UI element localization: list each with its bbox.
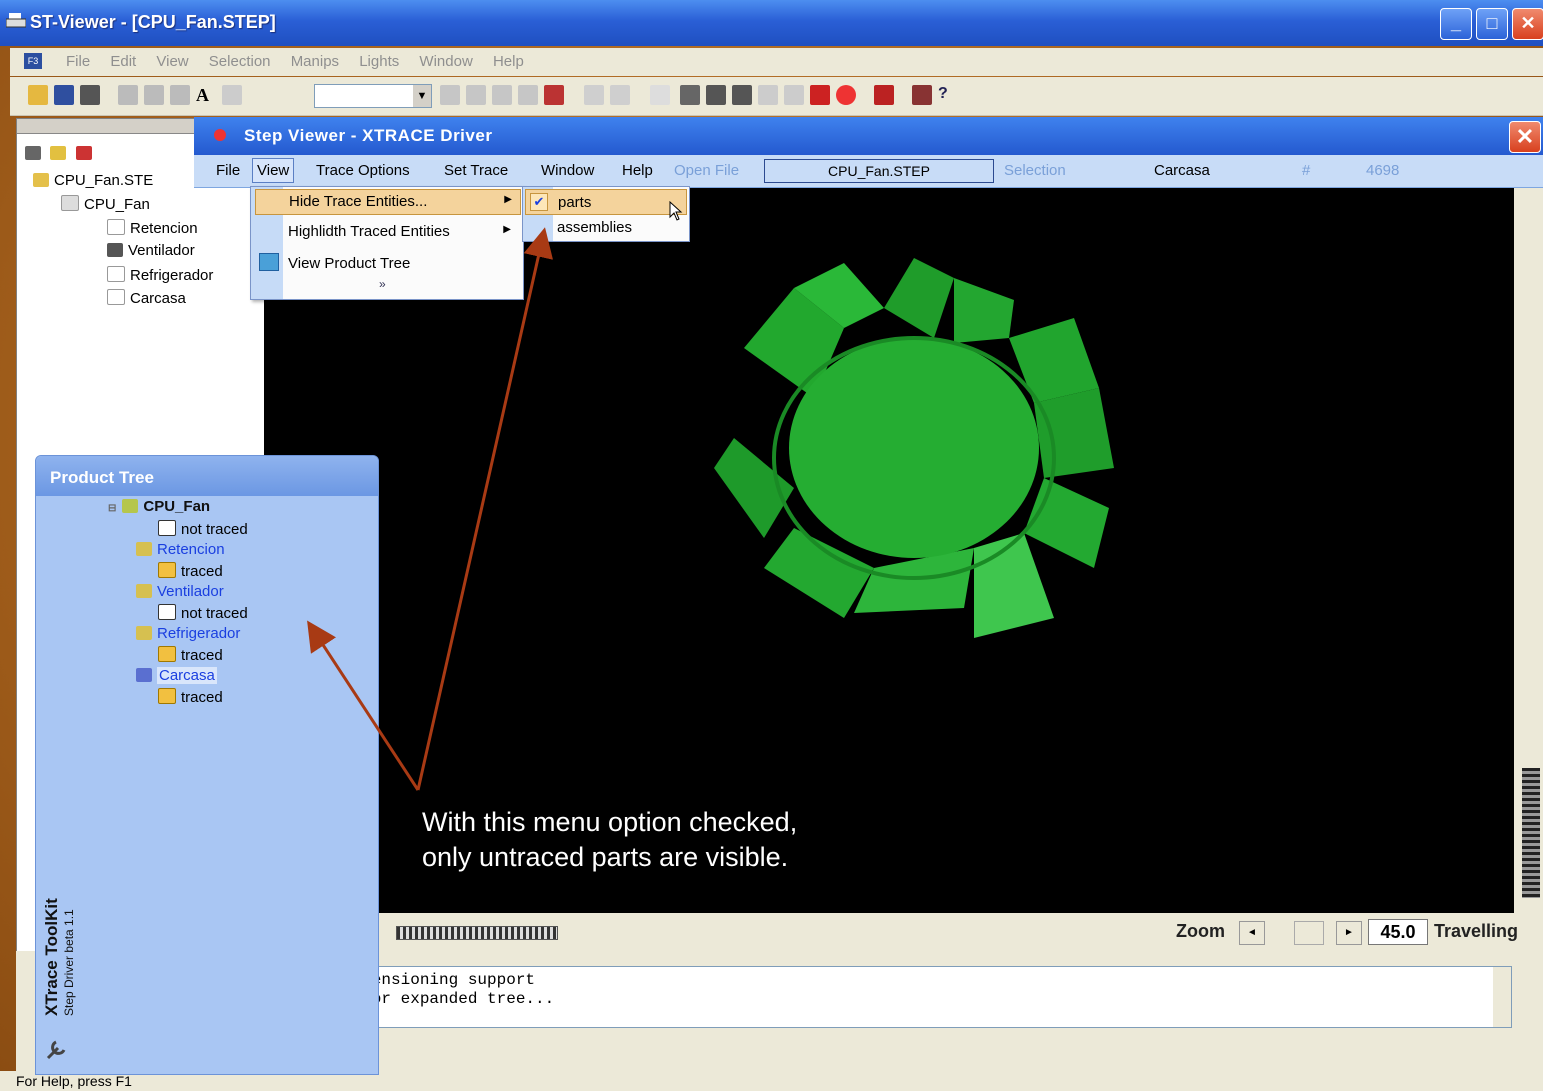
annotation-arrows	[307, 227, 554, 791]
callout-text: With this menu option checked, only untr…	[422, 807, 798, 872]
arrow-to-tree	[307, 620, 420, 791]
arrow-to-menu	[416, 227, 554, 791]
